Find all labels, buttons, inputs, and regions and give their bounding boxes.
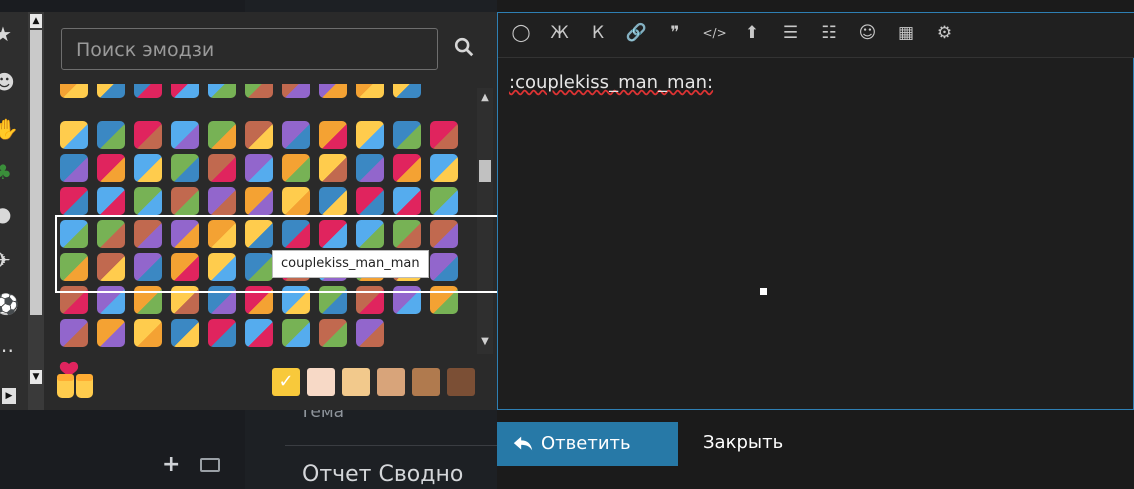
emoji-item[interactable] xyxy=(356,187,384,215)
emoji-item[interactable] xyxy=(245,84,273,98)
emoji-item[interactable] xyxy=(208,84,236,98)
smiley-icon[interactable]: ☻ xyxy=(0,70,18,94)
scroll-down-arrow-icon[interactable]: ▼ xyxy=(477,336,493,350)
emoji-item[interactable] xyxy=(171,187,199,215)
close-button[interactable]: Закрыть xyxy=(703,432,783,453)
skin-tone-swatch[interactable] xyxy=(447,368,475,396)
emoji-item[interactable] xyxy=(208,154,236,182)
emoji-item[interactable] xyxy=(60,84,88,98)
emoji-item[interactable] xyxy=(282,154,310,182)
bullet-list-icon[interactable]: ☰ xyxy=(780,22,802,44)
emoji-item[interactable] xyxy=(393,187,421,215)
emoji-item[interactable] xyxy=(60,187,88,215)
emoji-item[interactable] xyxy=(356,319,384,347)
speech-bubble-icon[interactable]: ◯ xyxy=(510,22,532,44)
scroll-up-arrow-icon[interactable]: ▲ xyxy=(477,92,493,106)
emoji-item[interactable] xyxy=(430,121,458,149)
emoji-item[interactable] xyxy=(208,121,236,149)
emoji-item[interactable] xyxy=(134,187,162,215)
emoji-item[interactable] xyxy=(319,187,347,215)
ball-icon[interactable]: ⚽ xyxy=(0,292,19,316)
emoji-item[interactable] xyxy=(97,187,125,215)
link-icon[interactable]: 🔗 xyxy=(626,22,648,44)
emoji-item[interactable] xyxy=(319,121,347,149)
scroll-up-arrow-icon[interactable]: ▲ xyxy=(30,14,42,28)
skin-tone-swatch[interactable] xyxy=(412,368,440,396)
reply-icon xyxy=(513,436,533,451)
emoji-item[interactable] xyxy=(134,84,162,98)
skin-tone-swatch[interactable] xyxy=(342,368,370,396)
emoji-item[interactable] xyxy=(430,187,458,215)
emoji-item[interactable] xyxy=(97,319,125,347)
skin-tone-swatch[interactable] xyxy=(377,368,405,396)
emoji-item[interactable] xyxy=(134,319,162,347)
emoji-item[interactable] xyxy=(282,319,310,347)
emoji-item[interactable] xyxy=(245,121,273,149)
emoji-item[interactable] xyxy=(356,154,384,182)
skin-tone-swatch[interactable] xyxy=(307,368,335,396)
emoji-item[interactable] xyxy=(282,121,310,149)
emoji-item[interactable] xyxy=(134,121,162,149)
tree-icon[interactable]: ♣ xyxy=(0,160,18,184)
editor-text-value: :couplekiss_man_man: xyxy=(509,72,714,93)
emoji-item[interactable] xyxy=(356,121,384,149)
calendar-icon[interactable]: ▦ xyxy=(895,22,917,44)
divider xyxy=(285,445,497,446)
plane-icon[interactable]: ✈ xyxy=(0,248,18,272)
emoji-item[interactable] xyxy=(97,154,125,182)
keyboard-icon[interactable] xyxy=(200,458,220,472)
numbered-list-icon[interactable]: ☷ xyxy=(818,22,840,44)
scroll-down-arrow-icon[interactable]: ▼ xyxy=(30,370,42,384)
emoji-tooltip: couplekiss_man_man xyxy=(272,250,429,278)
emoji-item[interactable] xyxy=(430,154,458,182)
emoji-item[interactable] xyxy=(319,154,347,182)
emoji-item[interactable] xyxy=(282,84,310,98)
quote-icon[interactable]: ❞ xyxy=(664,22,686,44)
emoji-item[interactable] xyxy=(319,84,347,98)
search-icon[interactable] xyxy=(453,36,475,58)
category-scrollbar-thumb[interactable] xyxy=(30,30,42,315)
emoji-item[interactable] xyxy=(319,319,347,347)
burger-icon[interactable]: ● xyxy=(0,202,18,226)
emoji-item[interactable] xyxy=(356,84,384,98)
emoji-item[interactable] xyxy=(97,84,125,98)
emoji-item[interactable] xyxy=(97,121,125,149)
emoji-item[interactable] xyxy=(245,187,273,215)
emoji-item[interactable] xyxy=(171,121,199,149)
emoji-item[interactable] xyxy=(171,319,199,347)
emoji-item[interactable] xyxy=(171,154,199,182)
bold-icon[interactable]: Ж xyxy=(549,22,571,44)
emoji-item[interactable] xyxy=(60,154,88,182)
emoji-item[interactable] xyxy=(393,84,421,98)
emoji-item[interactable] xyxy=(245,319,273,347)
emoji-item[interactable] xyxy=(60,121,88,149)
emoji-icon[interactable]: ☺ xyxy=(857,22,879,44)
hand-icon[interactable]: ✋ xyxy=(0,117,19,141)
emoji-item[interactable] xyxy=(134,154,162,182)
emoji-item[interactable] xyxy=(393,121,421,149)
dots-icon[interactable]: ⋯ xyxy=(0,338,18,362)
emoji-grid-scrollbar-thumb[interactable] xyxy=(479,160,491,182)
skin-tone-swatch[interactable]: ✓ xyxy=(272,368,300,396)
couplekiss-preview-icon xyxy=(57,361,93,398)
star-icon[interactable]: ★ xyxy=(0,22,18,46)
emoji-item[interactable] xyxy=(208,319,236,347)
emoji-search-input[interactable]: Поиск эмодзи xyxy=(61,28,438,70)
emoji-item[interactable] xyxy=(245,154,273,182)
scroll-right-arrow-icon[interactable]: ▶ xyxy=(2,388,16,404)
emoji-item[interactable] xyxy=(208,187,236,215)
emoji-item[interactable] xyxy=(60,319,88,347)
cursor-marker xyxy=(760,288,767,295)
settings-icon[interactable]: ⚙ xyxy=(934,22,956,44)
upload-icon[interactable]: ⬆ xyxy=(741,22,763,44)
add-button[interactable]: + xyxy=(162,452,180,477)
report-link[interactable]: Отчет Сводно xyxy=(302,462,463,487)
emoji-item[interactable] xyxy=(282,187,310,215)
code-icon[interactable]: </> xyxy=(703,22,727,44)
editor-content[interactable]: :couplekiss_man_man: xyxy=(509,72,713,93)
emoji-item[interactable] xyxy=(393,154,421,182)
emoji-item[interactable] xyxy=(171,84,199,98)
italic-icon[interactable]: К xyxy=(587,22,609,44)
category-strip: ★ ☻ ✋ ♣ ● ✈ ⚽ ⋯ xyxy=(0,12,28,410)
